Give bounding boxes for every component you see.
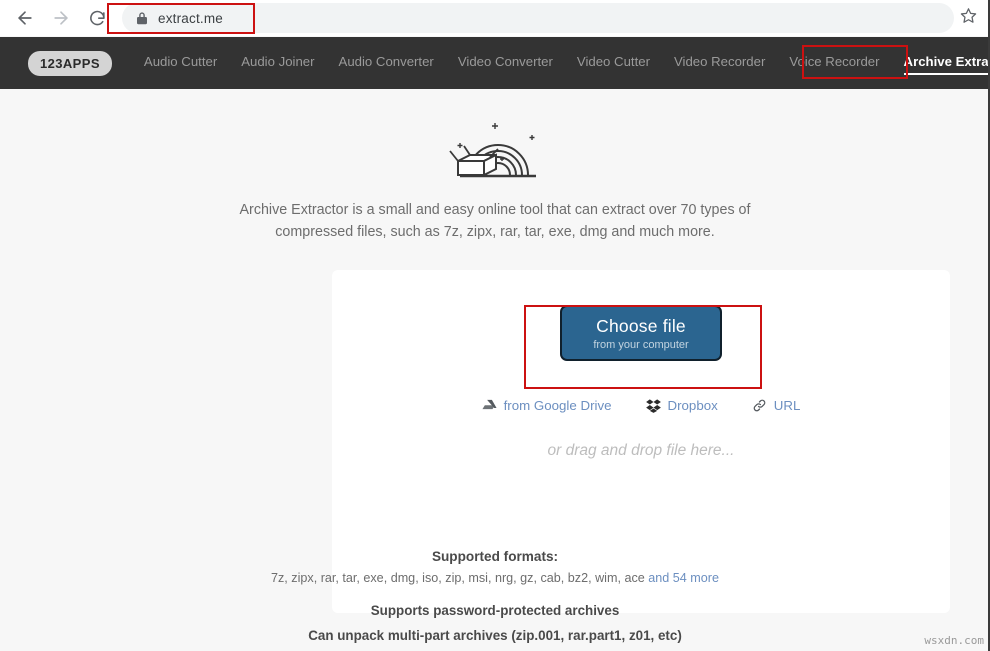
nav-link-video-converter[interactable]: Video Converter	[458, 54, 553, 72]
lock-icon	[136, 11, 148, 25]
forward-button[interactable]	[46, 3, 76, 33]
link-icon	[752, 398, 767, 413]
star-icon	[960, 7, 977, 29]
nav-link-video-cutter[interactable]: Video Cutter	[577, 54, 650, 72]
archive-rainbow-icon	[440, 117, 550, 179]
brand-logo[interactable]: 123APPS	[28, 50, 112, 76]
address-bar[interactable]: extract.me	[122, 3, 954, 33]
omnibox-container: extract.me	[122, 3, 990, 33]
feature-multipart-archives: Can unpack multi-part archives (zip.001,…	[308, 628, 682, 643]
source-dropbox-label: Dropbox	[667, 398, 718, 413]
url-text: extract.me	[158, 10, 224, 26]
arrow-right-icon	[51, 8, 71, 28]
browser-window: extract.me 123APPS Audio Cutter Audio Jo…	[0, 0, 990, 651]
site-navbar: 123APPS Audio Cutter Audio Joiner Audio …	[0, 37, 990, 89]
choose-file-sublabel: from your computer	[593, 338, 689, 351]
source-google-drive-label: from Google Drive	[503, 398, 612, 413]
choose-file-label: Choose file	[596, 315, 686, 336]
nav-link-audio-converter[interactable]: Audio Converter	[339, 54, 434, 72]
formats-text: 7z, zipx, rar, tar, exe, dmg, iso, zip, …	[271, 571, 645, 585]
intro-line-1: Archive Extractor is a small and easy on…	[239, 202, 751, 218]
dropbox-icon	[645, 398, 661, 413]
source-url-label: URL	[773, 398, 801, 413]
bookmark-button[interactable]	[956, 6, 980, 30]
nav-link-audio-cutter[interactable]: Audio Cutter	[144, 54, 217, 72]
source-url[interactable]: URL	[752, 398, 801, 413]
source-dropbox[interactable]: Dropbox	[645, 398, 718, 413]
source-options: from Google Drive Dropbox URL	[332, 398, 950, 413]
reload-icon	[88, 9, 107, 28]
feature-password-protected: Supports password-protected archives	[370, 603, 620, 618]
intro-line-2: compressed files, such as 7z, zipx, rar,…	[275, 224, 715, 240]
wsxdn-watermark: wsxdn.com	[924, 634, 984, 647]
supported-formats-list: 7z, zipx, rar, tar, exe, dmg, iso, zip, …	[0, 571, 990, 585]
browser-toolbar: extract.me	[0, 0, 990, 36]
intro-text: Archive Extractor is a small and easy on…	[185, 199, 805, 243]
nav-link-archive-extractor[interactable]: Archive Extractor	[903, 54, 990, 75]
back-button[interactable]	[10, 3, 40, 33]
more-formats-link[interactable]: and 54 more	[648, 571, 719, 585]
nav-link-audio-joiner[interactable]: Audio Joiner	[241, 54, 314, 72]
source-google-drive[interactable]: from Google Drive	[482, 398, 612, 413]
nav-link-voice-recorder[interactable]: Voice Recorder	[789, 54, 879, 72]
drop-zone-hint[interactable]: or drag and drop file here...	[332, 442, 950, 460]
supported-formats-title: Supported formats:	[431, 549, 559, 564]
reload-button[interactable]	[82, 3, 112, 33]
nav-links: Audio Cutter Audio Joiner Audio Converte…	[144, 54, 990, 75]
page-content: Archive Extractor is a small and easy on…	[0, 89, 990, 651]
arrow-left-icon	[15, 8, 35, 28]
choose-file-button[interactable]: Choose file from your computer	[560, 305, 722, 361]
google-drive-icon	[482, 399, 497, 413]
nav-link-video-recorder[interactable]: Video Recorder	[674, 54, 765, 72]
